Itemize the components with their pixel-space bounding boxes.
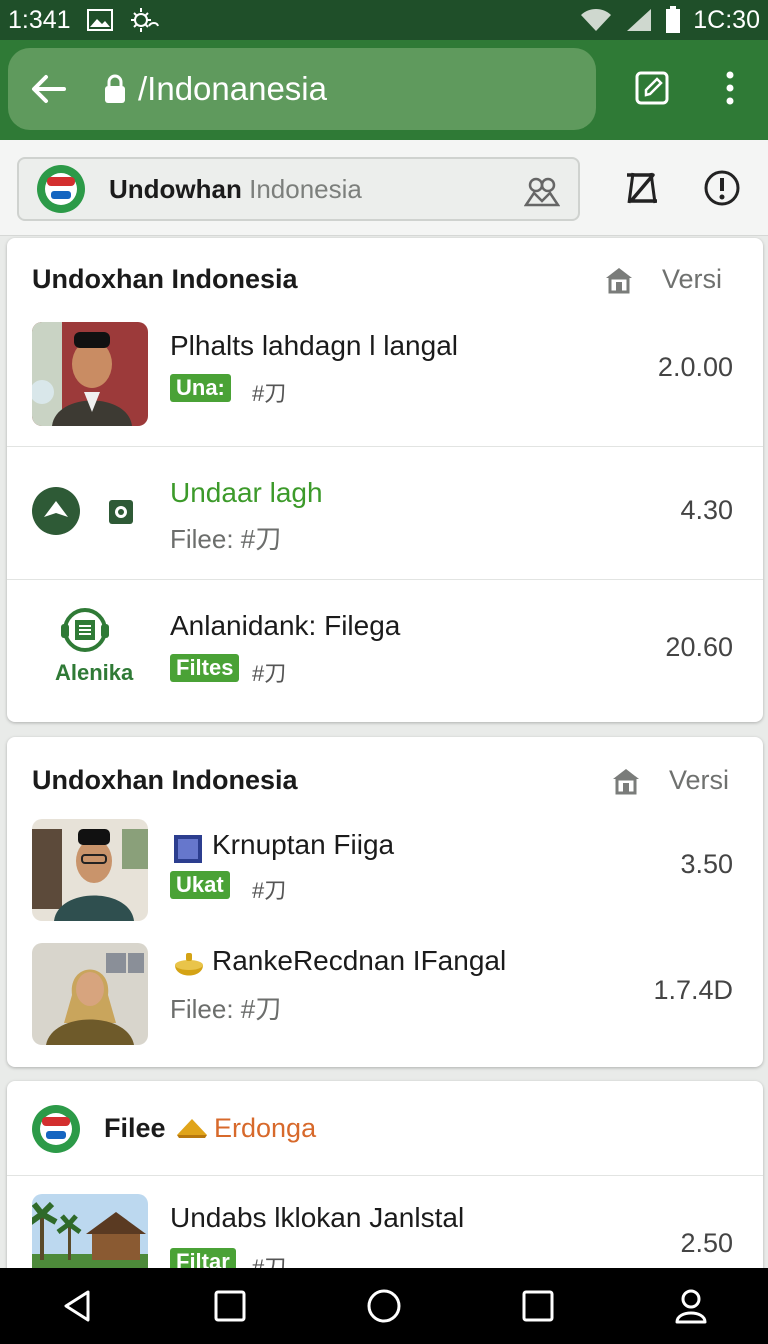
item-badge: Ukat — [170, 871, 230, 899]
item-meta: #刀 — [252, 381, 287, 406]
item-subtitle: Filee: #刀 — [170, 994, 282, 1024]
edit-icon[interactable] — [630, 66, 674, 110]
item-badge: Una: — [170, 374, 231, 402]
item-version: 2.0.00 — [657, 352, 733, 382]
camera-icon — [108, 499, 134, 530]
home-circle-icon[interactable] — [360, 1282, 408, 1330]
section-title: Undoxhan Indonesia — [32, 264, 298, 294]
versi-label: Versi — [669, 765, 730, 795]
pyramid-icon — [175, 1115, 209, 1144]
more-vert-icon[interactable] — [708, 66, 752, 110]
search-text: Undowhan Indonesia — [109, 174, 362, 205]
app-logo — [32, 1105, 80, 1153]
status-bar: 1:341 1C:30 — [0, 0, 768, 40]
users-icon[interactable] — [522, 171, 562, 211]
app-logo — [37, 165, 85, 213]
info-icon[interactable] — [702, 168, 742, 208]
item-version: 2.50 — [680, 1228, 733, 1258]
item-version: 3.50 — [680, 849, 733, 879]
url-text[interactable]: /Indonanesia — [138, 70, 327, 108]
list-item[interactable]: Krnuptan Fiiga Ukat #刀 3.50 — [7, 819, 763, 939]
recents-square-icon[interactable] — [514, 1282, 562, 1330]
item-meta: #刀 — [252, 878, 287, 903]
home-icon[interactable] — [610, 765, 642, 797]
bowl-icon — [172, 947, 206, 986]
search-input[interactable]: Undowhan Indonesia — [17, 157, 580, 221]
section-title: Filee — [104, 1113, 166, 1143]
status-time-right: 1C:30 — [693, 5, 760, 34]
brand-bold: Undowhan — [109, 173, 242, 204]
section-header: Filee Erdonga — [7, 1081, 763, 1175]
list-item[interactable]: Undaar lagh Filee: #刀 4.30 — [7, 446, 763, 579]
section-card-1: Undoxhan Indonesia Versi Plhalts lahdagn… — [7, 238, 763, 722]
section-title: Undoxhan Indonesia — [32, 765, 298, 795]
lock-icon — [102, 71, 128, 107]
square-icon[interactable] — [206, 1282, 254, 1330]
browser-toolbar: /Indonanesia — [0, 40, 768, 140]
home-icon[interactable] — [603, 264, 635, 296]
item-logo-text: Alenika — [55, 660, 134, 685]
item-title: Undabs lklokan Janlstal — [170, 1202, 465, 1233]
item-version: 20.60 — [665, 632, 733, 662]
wifi-icon — [579, 7, 613, 33]
section-header: Undoxhan Indonesia Versi — [7, 737, 763, 819]
app-header: Undowhan Indonesia — [0, 140, 768, 236]
url-bar[interactable]: /Indonanesia — [8, 48, 596, 130]
item-title: Krnuptan Fiiga — [212, 829, 395, 860]
section-card-3: Filee Erdonga Undabs lklokan Janlstal Fi… — [7, 1081, 763, 1281]
item-version: 1.7.4D — [653, 975, 733, 1005]
system-nav-bar — [0, 1268, 768, 1344]
versi-label: Versi — [662, 264, 723, 294]
status-time-left: 1:341 — [8, 5, 71, 34]
battery-icon — [665, 6, 681, 34]
item-meta: #刀 — [252, 661, 287, 686]
section-card-2: Undoxhan Indonesia Versi Krnuptan Fiiga … — [7, 737, 763, 1067]
list-item[interactable]: Alenika Anlanidank: Filega Filtes #刀 20.… — [7, 579, 763, 722]
list-item[interactable]: Undabs lklokan Janlstal Filtar #刀 2.50 — [7, 1175, 763, 1281]
crop-icon[interactable] — [622, 168, 662, 208]
item-thumbnail — [32, 819, 148, 921]
brand-muted: Indonesia — [249, 173, 362, 204]
navigation-icon — [32, 487, 80, 540]
back-triangle-icon[interactable] — [53, 1282, 101, 1330]
weather-icon — [129, 6, 159, 34]
item-title: Anlanidank: Filega — [170, 610, 401, 641]
item-title: Undaar lagh — [170, 477, 323, 508]
item-badge: Filtes — [170, 654, 240, 682]
item-title: RankeRecdnan IFangal — [212, 945, 507, 976]
section-title-accent: Erdonga — [214, 1113, 317, 1143]
item-thumbnail — [32, 943, 148, 1045]
list-item[interactable]: Plhalts lahdagn l langal Una: #刀 2.0.00 — [7, 320, 763, 446]
item-thumbnail — [32, 322, 148, 426]
image-icon — [86, 9, 113, 31]
app-icon — [172, 833, 204, 870]
signal-icon — [625, 7, 653, 33]
item-title: Plhalts lahdagn l langal — [170, 330, 458, 361]
document-logo-icon — [57, 608, 113, 661]
person-icon[interactable] — [667, 1282, 715, 1330]
item-version: 4.30 — [680, 495, 733, 525]
section-header: Undoxhan Indonesia Versi — [7, 238, 763, 320]
list-item[interactable]: RankeRecdnan IFangal Filee: #刀 1.7.4D — [7, 939, 763, 1059]
item-subtitle: Filee: #刀 — [170, 524, 282, 554]
arrow-left-icon[interactable] — [28, 69, 68, 109]
